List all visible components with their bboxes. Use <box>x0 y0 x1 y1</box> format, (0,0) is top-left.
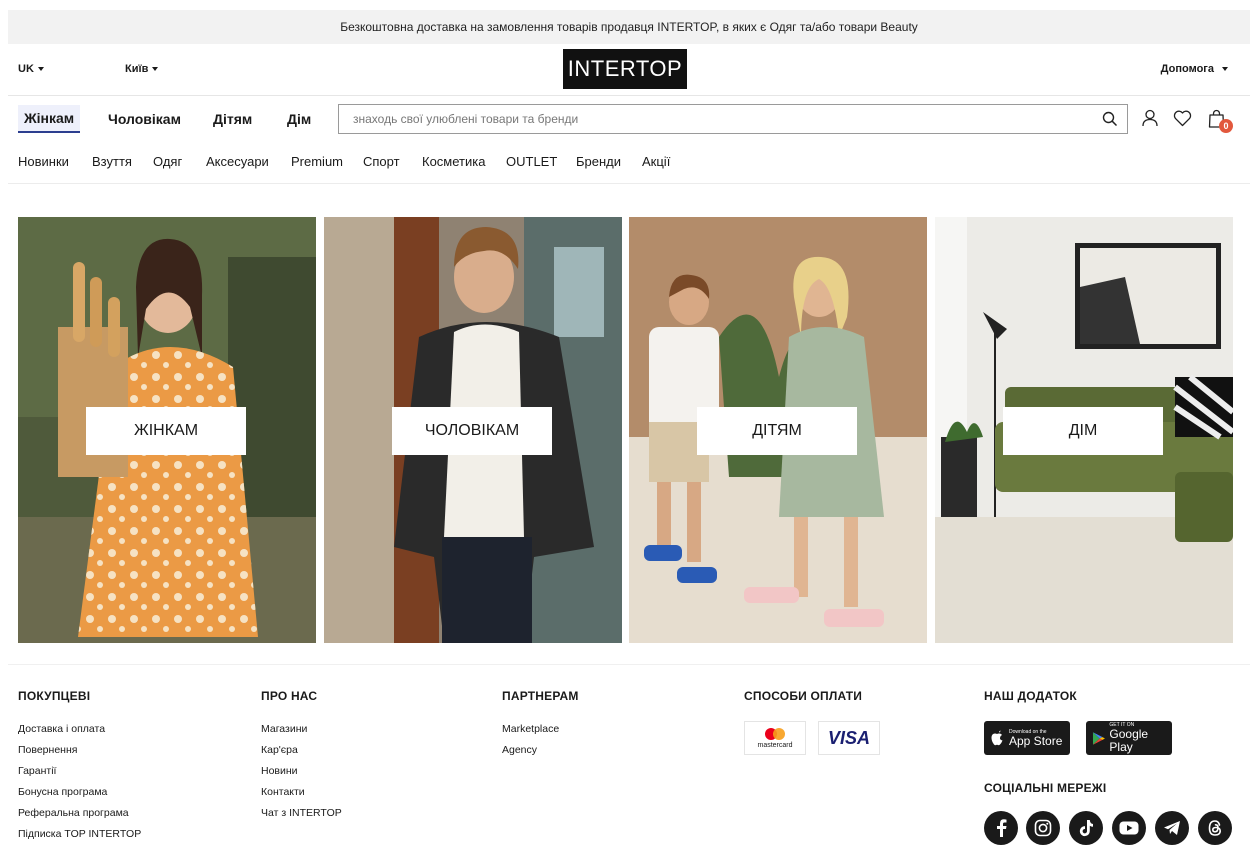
tile-label: ДІМ <box>1003 407 1163 455</box>
footer-link[interactable]: Agency <box>502 744 579 756</box>
visa-logo: VISA <box>818 721 880 755</box>
footer-heading: ПАРТНЕРАМ <box>502 689 579 703</box>
footer-col-payment: СПОСОБИ ОПЛАТИ <box>744 689 862 723</box>
subnav-item-outlet[interactable]: OUTLET <box>506 154 557 169</box>
threads-icon[interactable] <box>1198 811 1232 845</box>
tile-label: ДІТЯМ <box>697 407 857 455</box>
google-play-icon <box>1092 731 1105 745</box>
footer-col-buyers: ПОКУПЦЕВІ Доставка і оплата Повернення Г… <box>18 689 141 849</box>
logo-text: INTERTOP <box>567 56 683 81</box>
tile-women[interactable]: ЖІНКАМ <box>18 217 316 643</box>
footer-link[interactable]: Новини <box>261 765 342 777</box>
visa-text: VISA <box>827 727 870 748</box>
logo[interactable]: INTERTOP <box>563 49 687 89</box>
instagram-icon[interactable] <box>1026 811 1060 845</box>
footer-heading: СПОСОБИ ОПЛАТИ <box>744 689 863 703</box>
chevron-down-icon <box>152 67 159 72</box>
googleplay-big-text: Google Play <box>1109 727 1149 754</box>
tile-label-text: ДІТЯМ <box>752 422 802 439</box>
footer-link[interactable]: Marketplace <box>502 723 579 735</box>
footer-link[interactable]: Повернення <box>18 744 141 756</box>
subnav-item-accessories[interactable]: Аксесуари <box>206 154 269 169</box>
tab-label: Чоловікам <box>108 111 181 127</box>
language-selector[interactable]: UK <box>18 63 44 75</box>
top-bar: UK Київ INTERTOP Допомога <box>8 44 1250 96</box>
tile-label-text: ДІМ <box>1068 422 1098 439</box>
subnav-item-cosmetics[interactable]: Косметика <box>422 154 485 169</box>
footer-heading: ПОКУПЦЕВІ <box>18 689 91 703</box>
footer-heading: ПРО НАС <box>261 689 318 703</box>
facebook-icon[interactable] <box>984 811 1018 845</box>
cart-count-badge: 0 <box>1219 119 1233 133</box>
tab-label: Дім <box>287 111 312 127</box>
city-selector[interactable]: Київ <box>125 63 159 75</box>
footer-link[interactable]: Кар'єра <box>261 744 342 756</box>
appstore-big-text: App Store <box>1009 733 1063 748</box>
subnav-item-shoes[interactable]: Взуття <box>92 154 132 169</box>
tab-men[interactable]: Чоловікам <box>108 105 181 133</box>
tab-home[interactable]: Дім <box>287 105 311 133</box>
subnav-item-new[interactable]: Новинки <box>18 154 69 169</box>
footer-link[interactable]: Магазини <box>261 723 342 735</box>
google-play-button[interactable]: GET IT ON Google Play <box>1086 721 1172 755</box>
tile-home[interactable]: ДІМ <box>935 217 1233 643</box>
subnav-item-clothes[interactable]: Одяг <box>153 154 182 169</box>
tab-label: Жінкам <box>24 110 75 126</box>
category-tiles: ЖІНКАМ ЧОЛОВІКАМ ДІТЯМ ДІМ <box>18 217 1233 643</box>
footer-link[interactable]: Чат з INTERTOP <box>261 807 342 819</box>
category-subnav: Новинки Взуття Одяг Аксесуари Premium Сп… <box>8 142 1250 184</box>
promo-banner: Безкоштовна доставка на замовлення товар… <box>8 10 1250 44</box>
footer-link[interactable]: Контакти <box>261 786 342 798</box>
cart-button[interactable]: 0 <box>1204 106 1233 133</box>
user-icon[interactable] <box>1138 106 1162 130</box>
footer-col-partners: ПАРТНЕРАМ Marketplace Agency <box>502 689 579 765</box>
tile-men[interactable]: ЧОЛОВІКАМ <box>324 217 622 643</box>
footer-link[interactable]: Гарантії <box>18 765 141 777</box>
footer-col-app: НАШ ДОДАТОК <box>984 689 1077 723</box>
tab-kids[interactable]: Дітям <box>213 105 252 133</box>
footer-col-social: СОЦІАЛЬНІ МЕРЕЖІ <box>984 781 1106 815</box>
app-store-button[interactable]: Download on the App Store <box>984 721 1070 755</box>
subnav-item-brands[interactable]: Бренди <box>576 154 621 169</box>
promo-text: Безкоштовна доставка на замовлення товар… <box>340 20 918 34</box>
mastercard-text: mastercard <box>757 742 793 749</box>
heart-icon[interactable] <box>1170 106 1194 130</box>
main-nav: Жінкам Чоловікам Дітям Дім 0 <box>8 97 1250 141</box>
search-bar <box>338 104 1128 134</box>
subnav-item-premium[interactable]: Premium <box>291 154 343 169</box>
chevron-down-icon <box>37 67 44 72</box>
tiktok-icon[interactable] <box>1069 811 1103 845</box>
subnav-item-promotions[interactable]: Акції <box>642 154 670 169</box>
mastercard-logo: mastercard <box>744 721 806 755</box>
tab-label: Дітям <box>213 111 253 127</box>
footer-link[interactable]: Бонусна програма <box>18 786 141 798</box>
apple-icon <box>991 730 1003 746</box>
tile-label: ЧОЛОВІКАМ <box>392 407 552 455</box>
chevron-down-icon <box>1222 67 1228 72</box>
search-input[interactable] <box>353 112 1093 126</box>
footer-link[interactable]: Доставка і оплата <box>18 723 141 735</box>
tile-kids[interactable]: ДІТЯМ <box>629 217 927 643</box>
help-menu[interactable]: Допомога <box>1161 63 1228 75</box>
mastercard-icon <box>765 728 785 740</box>
tile-label: ЖІНКАМ <box>86 407 246 455</box>
telegram-icon[interactable] <box>1155 811 1189 845</box>
footer-link[interactable]: Підписка TOP INTERTOP <box>18 828 141 840</box>
help-label: Допомога <box>1160 63 1214 75</box>
language-label: UK <box>18 63 34 75</box>
tab-women[interactable]: Жінкам <box>18 105 81 133</box>
subnav-item-sport[interactable]: Спорт <box>363 154 400 169</box>
tile-label-text: ЧОЛОВІКАМ <box>424 422 520 439</box>
footer-col-about: ПРО НАС Магазини Кар'єра Новини Контакти… <box>261 689 342 828</box>
tile-label-text: ЖІНКАМ <box>133 422 199 439</box>
youtube-icon[interactable] <box>1112 811 1146 845</box>
search-icon[interactable] <box>1093 105 1127 133</box>
footer: ПОКУПЦЕВІ Доставка і оплата Повернення Г… <box>8 664 1250 849</box>
footer-link[interactable]: Реферальна програма <box>18 807 141 819</box>
footer-heading: НАШ ДОДАТОК <box>984 689 1077 703</box>
city-label: Київ <box>125 63 149 75</box>
footer-heading: СОЦІАЛЬНІ МЕРЕЖІ <box>984 781 1107 795</box>
